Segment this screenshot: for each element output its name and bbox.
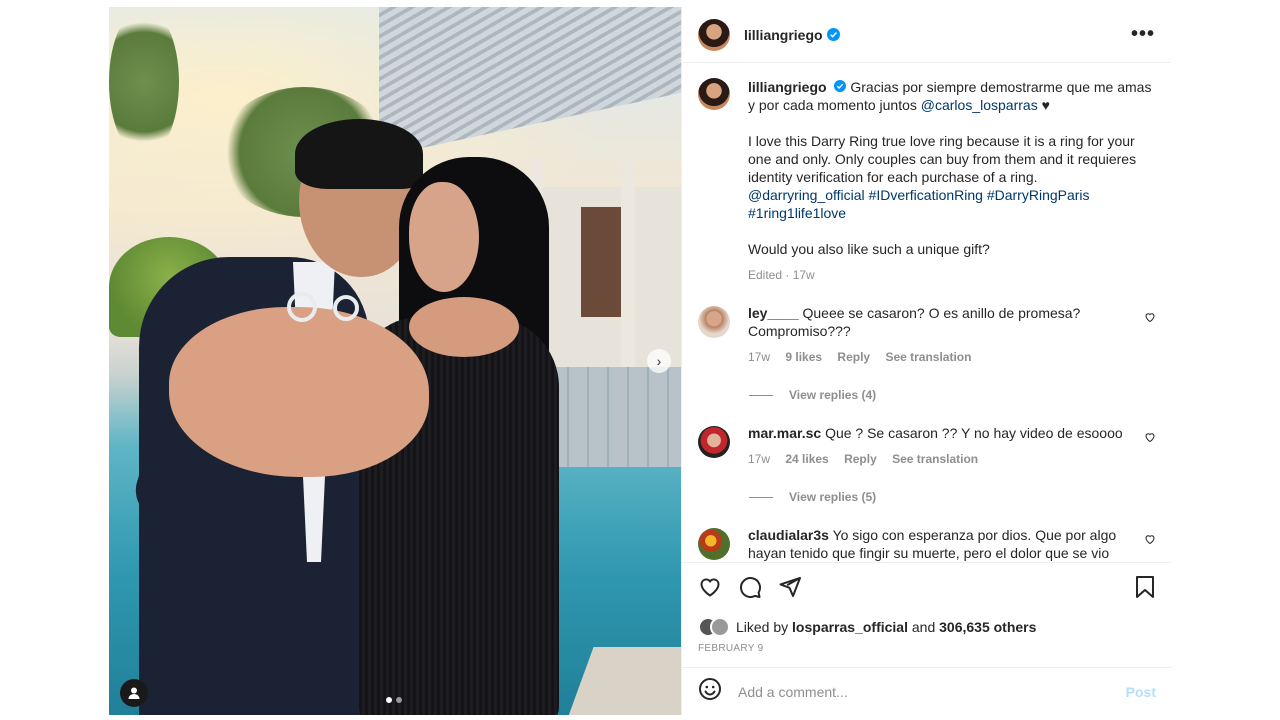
emoji-smiley-icon[interactable] [698,677,722,706]
photo-ring [333,295,359,321]
comment-text: Que ? Se casaron ?? Y no hay video de es… [825,425,1123,441]
photo-pool-edge [549,367,681,467]
photo-ring [287,292,317,322]
caption-paragraph: Would you also like such a unique gift? [748,240,1152,258]
comment-time: 17w [748,350,771,364]
likes-text: Liked by losparras_official and 306,635 … [736,619,1036,635]
liker-avatar [710,617,730,637]
action-icons [698,575,1156,603]
caption-body: lilliangriego Gracias por siempre demost… [748,64,1152,284]
like-comment-heart-icon[interactable] [1144,532,1156,562]
view-replies-label: View replies (4) [789,388,877,402]
user-icon [128,687,140,699]
hashtag-links[interactable]: #IDverficationRing #DarryRingParis [869,187,1090,203]
view-replies-button[interactable]: View replies (4) [749,388,1172,402]
see-translation-button[interactable]: See translation [892,452,978,466]
photo-deck [564,647,681,715]
tagged-users-button[interactable] [120,679,148,707]
post-comment-button[interactable]: Post [1126,684,1156,700]
comment-likes[interactable]: 9 likes [785,350,822,364]
comment: claudialar3s Yo sigo con esperanza por d… [682,526,1172,562]
caption: lilliangriego Gracias por siempre demost… [682,64,1172,284]
caption-text: Would you also like such a unique gift? [748,241,990,257]
hashtag-link[interactable]: #1ring1life1love [748,205,846,221]
carousel-dot [396,697,402,703]
comment-bubble-icon[interactable] [738,575,762,604]
commenter-avatar[interactable] [698,306,730,338]
photo-woman-chest [409,297,519,357]
commenter-username[interactable]: ley____ [748,305,799,321]
view-replies-label: View replies (5) [789,490,877,504]
add-comment-bar: Post [682,667,1172,715]
commenter-username[interactable]: claudialar3s [748,527,829,543]
like-comment-heart-icon[interactable] [1144,310,1156,366]
chevron-right-icon: › [656,353,662,369]
likes-others[interactable]: 306,635 others [939,619,1036,635]
commenter-username[interactable]: mar.mar.sc [748,425,821,441]
more-options-icon[interactable]: ••• [1131,23,1155,46]
comment: mar.mar.sc Que ? Se casaron ?? Y no hay … [682,424,1172,468]
share-send-icon[interactable] [778,575,802,604]
caption-author-avatar[interactable] [698,78,730,110]
likes-prefix: Liked by [736,619,789,635]
view-replies-button[interactable]: View replies (5) [749,490,1172,504]
verified-badge-icon [834,80,847,92]
reply-button[interactable]: Reply [837,350,870,364]
photo-woman-face [409,182,479,292]
replies-line [749,394,773,396]
photo-hands [169,307,429,477]
caption-paragraph: I love this Darry Ring true love ring be… [748,132,1152,222]
save-bookmark-icon[interactable] [1134,575,1156,604]
caption-username[interactable]: lilliangriego [748,79,827,95]
caption-text: I love this Darry Ring true love ring be… [748,133,1137,185]
carousel-dot-active [386,697,392,703]
mention-link[interactable]: @carlos_losparras [921,97,1038,113]
photo-man-hair [295,119,423,189]
carousel-next-button[interactable]: › [647,349,671,373]
photo-door [581,207,621,317]
carousel-indicator [386,697,402,703]
commenter-avatar[interactable] [698,426,730,458]
caption-meta: Edited · 17w [748,266,1152,284]
see-translation-button[interactable]: See translation [885,350,971,364]
commenter-avatar[interactable] [698,528,730,560]
photo-column [621,157,635,387]
mention-link[interactable]: @darryring_official [748,187,865,203]
comment-time: 17w [748,452,771,466]
liker-username[interactable]: losparras_official [792,619,908,635]
replies-line [749,496,773,498]
add-comment-input[interactable] [738,683,1098,700]
post-header: lilliangriego ••• [682,7,1171,63]
comment-likes[interactable]: 24 likes [785,452,828,466]
post-details-panel: lilliangriego ••• lilliangriego Gracias … [681,7,1172,715]
like-heart-icon[interactable] [698,575,722,604]
photo-tree [109,7,179,157]
comment-body: ley____ Queee se casaron? O es anillo de… [748,304,1128,366]
post-actions: Liked by losparras_official and 306,635 … [682,562,1172,654]
verified-badge-icon [826,28,840,41]
likes-middle: and [911,619,936,635]
reply-button[interactable]: Reply [844,452,877,466]
caption-edited-time: Edited · 17w [748,268,815,282]
comments-scroll-area[interactable]: lilliangriego Gracias por siempre demost… [682,64,1172,562]
post-date: FEBRUARY 9 [698,643,764,654]
heart-emoji: ♥ [1041,97,1050,113]
comment-meta: 17w 24 likes Reply See translation [748,450,1128,468]
comment-body: claudialar3s Yo sigo con esperanza por d… [748,526,1128,562]
caption-paragraph: lilliangriego Gracias por siempre demost… [748,78,1152,114]
post-photo[interactable]: › [109,7,681,715]
author-username[interactable]: lilliangriego [744,27,823,43]
author-avatar[interactable] [698,18,730,51]
comment: ley____ Queee se casaron? O es anillo de… [682,304,1172,366]
like-comment-heart-icon[interactable] [1144,430,1156,468]
comment-meta: 17w 9 likes Reply See translation [748,348,1128,366]
comment-body: mar.mar.sc Que ? Se casaron ?? Y no hay … [748,424,1128,468]
likes-summary[interactable]: Liked by losparras_official and 306,635 … [698,617,1156,637]
